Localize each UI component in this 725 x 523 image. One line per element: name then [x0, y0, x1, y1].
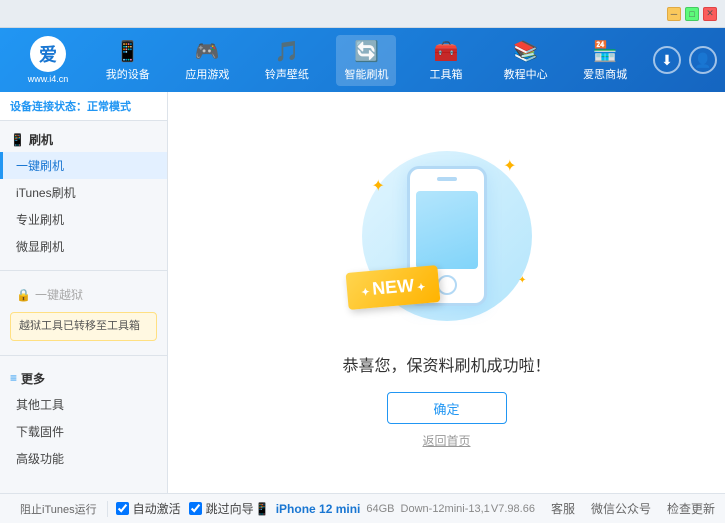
jailbreak-label: 一键越狱 [35, 286, 83, 303]
minimize-button[interactable]: ─ [667, 7, 681, 21]
wechat-link[interactable]: 微信公众号 [591, 500, 651, 517]
smart-flash-icon: 🔄 [354, 39, 379, 64]
my-device-icon: 📱 [115, 39, 140, 64]
status-value: 正常模式 [87, 101, 131, 113]
apps-games-label: 应用游戏 [185, 66, 229, 82]
device-info: 📱 iPhone 12 mini 64GB Down-12mini-13,1 [255, 502, 490, 516]
lock-icon: 🔒 [16, 288, 31, 302]
nav-fans-city[interactable]: 🏪 爱思商城 [575, 35, 635, 86]
nav-items: 📱 我的设备 🎮 应用游戏 🎵 铃声壁纸 🔄 智能刷机 🧰 工具箱 📚 教程中心… [88, 35, 645, 86]
sidebar: 设备连接状态：正常模式 📱 刷机 一键刷机 iTunes刷机 专业刷机 微显刷机 [0, 92, 168, 493]
more-section-label: 更多 [21, 370, 45, 387]
divider-2 [0, 355, 167, 356]
device-phone-icon: 📱 [255, 502, 270, 516]
apps-games-icon: 🎮 [195, 39, 220, 64]
back-home-link[interactable]: 返回首页 [422, 432, 470, 449]
skip-wizard-checkbox[interactable]: 跳过向导 [189, 500, 254, 517]
flash-section-header: 📱 刷机 [0, 127, 167, 152]
sparkle-3: ✦ [518, 275, 526, 286]
auto-launch-label: 自动激活 [133, 500, 181, 517]
sparkle-2: ✦ [372, 176, 385, 196]
more-section: ≡ 更多 其他工具 下载固件 高级功能 [0, 360, 167, 478]
sidebar-item-pro-flash[interactable]: 专业刷机 [0, 206, 167, 233]
title-bar: ─ □ ✕ [0, 0, 725, 28]
logo-icon: 爱 [30, 36, 66, 72]
device-status: 设备连接状态：正常模式 [0, 92, 167, 121]
version-text: V7.98.66 [491, 503, 535, 515]
confirm-button[interactable]: 确定 [387, 392, 507, 424]
flash-section-label: 刷机 [29, 131, 53, 148]
content-area: NEW ✦ ✦ ✦ 恭喜您，保资料刷机成功啦！ 确定 返回首页 [168, 92, 725, 493]
fans-city-label: 爱思商城 [583, 66, 627, 82]
nav-apps-games[interactable]: 🎮 应用游戏 [177, 35, 237, 86]
sidebar-item-other-tools[interactable]: 其他工具 [0, 391, 167, 418]
tutorials-label: 教程中心 [504, 66, 548, 82]
nav-smart-flash[interactable]: 🔄 智能刷机 [336, 35, 396, 86]
jailbreak-section: 🔒 一键越狱 越狱工具已转移至工具箱 [0, 275, 167, 351]
window-controls[interactable]: ─ □ ✕ [667, 7, 717, 21]
success-illustration: NEW ✦ ✦ ✦ [357, 136, 537, 336]
stop-itunes[interactable]: 阻止iTunes运行 [10, 501, 108, 517]
check-update-link[interactable]: 检查更新 [667, 500, 715, 517]
auto-launch-checkbox[interactable]: 自动激活 [116, 500, 181, 517]
logo[interactable]: 爱 www.i4.cn [8, 36, 88, 84]
status-label: 设备连接状态： [10, 101, 87, 113]
auto-launch-input[interactable] [116, 502, 129, 515]
divider-1 [0, 270, 167, 271]
sparkle-1: ✦ [503, 156, 516, 176]
success-title: 恭喜您，保资料刷机成功啦！ [342, 352, 550, 376]
toolbox-icon: 🧰 [434, 39, 459, 64]
more-section-header: ≡ 更多 [0, 366, 167, 391]
sidebar-item-one-click-flash[interactable]: 一键刷机 [0, 152, 167, 179]
smart-flash-label: 智能刷机 [344, 66, 388, 82]
flash-section: 📱 刷机 一键刷机 iTunes刷机 专业刷机 微显刷机 [0, 121, 167, 266]
nav-ringtones[interactable]: 🎵 铃声壁纸 [257, 35, 317, 86]
ringtones-icon: 🎵 [274, 39, 299, 64]
customer-service-link[interactable]: 客服 [551, 500, 575, 517]
close-button[interactable]: ✕ [703, 7, 717, 21]
nav-tutorials[interactable]: 📚 教程中心 [496, 35, 556, 86]
device-system: Down-12mini-13,1 [401, 503, 490, 515]
toolbox-label: 工具箱 [430, 66, 463, 82]
device-storage: 64GB [366, 503, 394, 515]
bottom-right: V7.98.66 客服 微信公众号 检查更新 [491, 500, 715, 517]
tutorials-icon: 📚 [513, 39, 538, 64]
nav-right-buttons: ⬇ 👤 [653, 46, 717, 74]
main-area: 设备连接状态：正常模式 📱 刷机 一键刷机 iTunes刷机 专业刷机 微显刷机 [0, 92, 725, 493]
top-nav: 爱 www.i4.cn 📱 我的设备 🎮 应用游戏 🎵 铃声壁纸 🔄 智能刷机 … [0, 28, 725, 92]
bottom-left: 阻止iTunes运行 自动激活 跳过向导 [10, 500, 254, 517]
maximize-button[interactable]: □ [685, 7, 699, 21]
sidebar-item-download-firmware[interactable]: 下载固件 [0, 418, 167, 445]
phone-screen [416, 191, 478, 269]
logo-url: www.i4.cn [28, 74, 69, 84]
sidebar-item-advanced[interactable]: 高级功能 [0, 445, 167, 472]
sidebar-item-micro-flash[interactable]: 微显刷机 [0, 233, 167, 260]
download-button[interactable]: ⬇ [653, 46, 681, 74]
fans-city-icon: 🏪 [593, 39, 618, 64]
skip-wizard-input[interactable] [189, 502, 202, 515]
sidebar-item-itunes-flash[interactable]: iTunes刷机 [0, 179, 167, 206]
nav-my-device[interactable]: 📱 我的设备 [98, 35, 158, 86]
nav-toolbox[interactable]: 🧰 工具箱 [416, 35, 476, 86]
my-device-label: 我的设备 [106, 66, 150, 82]
ringtones-label: 铃声壁纸 [265, 66, 309, 82]
skip-wizard-label: 跳过向导 [206, 500, 254, 517]
jailbreak-notice: 越狱工具已转移至工具箱 [10, 312, 157, 341]
device-name: iPhone 12 mini [276, 502, 361, 516]
flash-section-icon: 📱 [10, 133, 25, 147]
more-section-icon: ≡ [10, 371, 17, 385]
sidebar-item-jailbreak: 🔒 一键越狱 [0, 281, 167, 308]
stop-itunes-label: 阻止iTunes运行 [20, 501, 97, 517]
bottom-bar: 阻止iTunes运行 自动激活 跳过向导 📱 iPhone 12 mini 64… [0, 493, 725, 523]
user-button[interactable]: 👤 [689, 46, 717, 74]
